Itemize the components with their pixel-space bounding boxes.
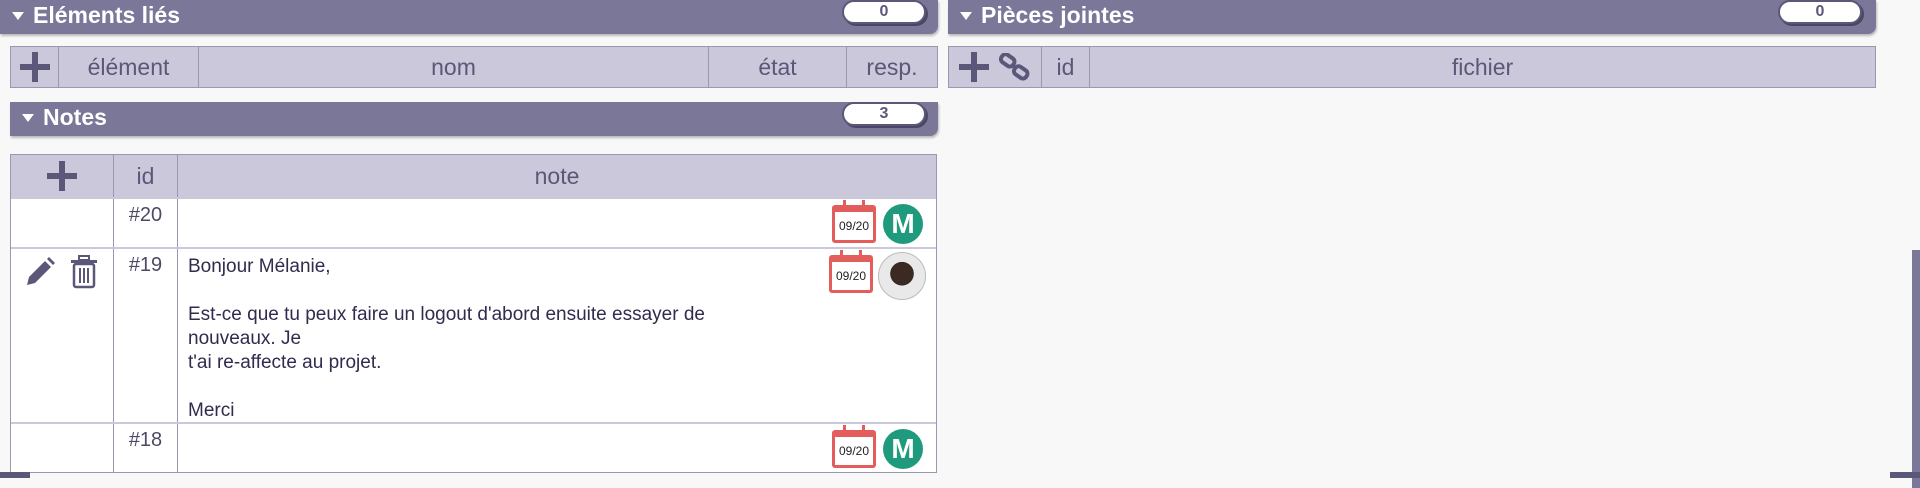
link-icon[interactable]: [999, 53, 1031, 81]
table-row[interactable]: #20 09/20 M: [11, 197, 936, 247]
edit-pencil-icon[interactable]: [23, 255, 57, 289]
attachments-count: 0: [1778, 0, 1862, 24]
divider: [0, 472, 30, 478]
add-attachment-button[interactable]: [959, 52, 989, 82]
note-id: #18: [114, 424, 178, 472]
notes-count: 3: [842, 102, 926, 126]
plus-icon: [19, 52, 50, 82]
scrollbar[interactable]: [1912, 250, 1920, 488]
calendar-icon[interactable]: 09/20: [829, 250, 873, 293]
attachments-header[interactable]: Pièces jointes 0: [948, 0, 1876, 34]
note-id: #20: [114, 199, 178, 247]
linked-elements-header[interactable]: Eléments liés 0: [0, 0, 938, 34]
linked-elements-table-header: élément nom état resp.: [10, 46, 938, 88]
column-state[interactable]: état: [709, 47, 847, 87]
notes-header[interactable]: Notes 3: [10, 102, 938, 136]
notes-title: Notes: [43, 104, 107, 130]
column-name[interactable]: nom: [199, 47, 709, 87]
calendar-icon[interactable]: 09/20: [832, 200, 876, 243]
column-id[interactable]: id: [114, 155, 178, 197]
column-file[interactable]: fichier: [1090, 47, 1875, 87]
column-element[interactable]: élément: [59, 47, 199, 87]
divider: [1890, 472, 1920, 478]
note-text: [178, 199, 936, 247]
note-text: Bonjour Mélanie, Est-ce que tu peux fair…: [188, 256, 705, 421]
notes-table-header: id note: [11, 155, 936, 197]
attachments-title: Pièces jointes: [981, 2, 1135, 28]
avatar[interactable]: M: [883, 204, 923, 244]
column-id[interactable]: id: [1042, 47, 1090, 87]
plus-icon: [47, 161, 77, 191]
note-text: [178, 424, 936, 472]
table-row[interactable]: #19 Bonjour Mélanie, Est-ce que tu peux …: [11, 247, 936, 422]
trash-icon[interactable]: [69, 255, 99, 289]
collapse-triangle-icon[interactable]: [960, 12, 972, 20]
avatar[interactable]: [878, 252, 926, 300]
calendar-icon[interactable]: 09/20: [832, 425, 876, 468]
collapse-triangle-icon[interactable]: [22, 114, 34, 122]
column-responsible[interactable]: resp.: [847, 47, 937, 87]
avatar[interactable]: M: [883, 429, 923, 469]
add-note-button[interactable]: [11, 155, 114, 197]
attachments-table-header: id fichier: [948, 46, 1876, 88]
linked-elements-count: 0: [842, 0, 926, 24]
column-note[interactable]: note: [178, 155, 936, 197]
collapse-triangle-icon[interactable]: [12, 12, 24, 20]
add-linked-element-button[interactable]: [11, 47, 59, 87]
notes-table: id note #20 09/20 M #19 Bonjour Mélanie,…: [10, 154, 937, 473]
attachment-actions: [949, 47, 1042, 87]
linked-elements-title: Eléments liés: [33, 2, 181, 28]
table-row[interactable]: #18 09/20 M: [11, 422, 936, 472]
note-id: #19: [114, 249, 178, 422]
